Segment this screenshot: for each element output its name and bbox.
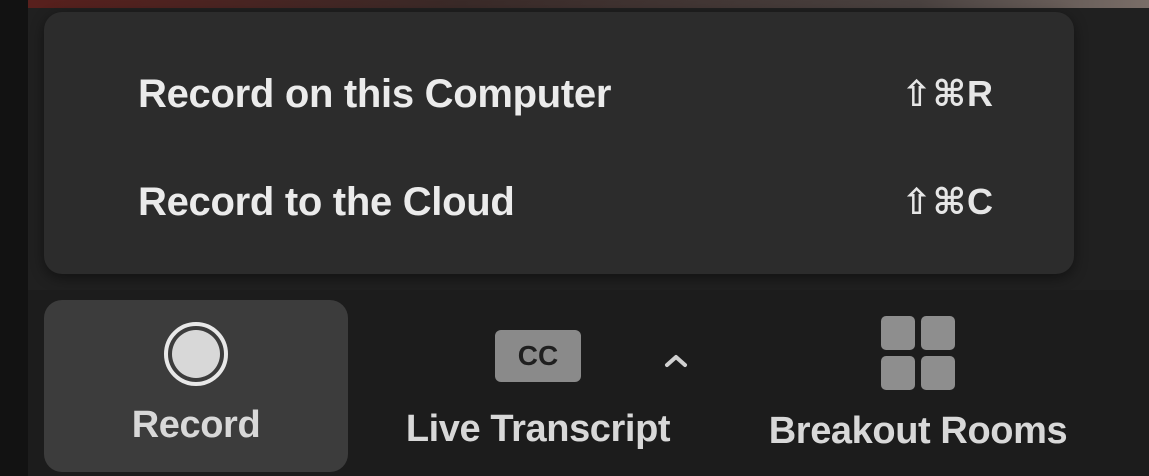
video-area-edge — [0, 0, 1149, 8]
cc-icon: CC — [495, 330, 581, 382]
record-button[interactable]: Record — [44, 300, 348, 472]
chevron-up-icon[interactable] — [656, 340, 696, 380]
record-icon — [164, 322, 228, 386]
grid-cell — [921, 356, 955, 390]
breakout-rooms-button[interactable]: Breakout Rooms — [738, 300, 1098, 472]
live-transcript-button[interactable]: CC Live Transcript — [378, 300, 698, 472]
menu-item-record-to-the-cloud[interactable]: Record to the Cloud ⇧⌘C — [44, 166, 1074, 238]
window-edge — [0, 0, 28, 476]
keyboard-shortcut: ⇧⌘R — [901, 73, 994, 114]
grid-cell — [921, 316, 955, 350]
grid-cell — [881, 356, 915, 390]
menu-item-label: Record to the Cloud — [138, 179, 515, 224]
record-dot — [172, 330, 220, 378]
menu-item-label: Record on this Computer — [138, 71, 612, 116]
record-label: Record — [131, 404, 261, 446]
breakout-rooms-label: Breakout Rooms — [768, 410, 1068, 452]
keyboard-shortcut: ⇧⌘C — [901, 181, 994, 222]
meeting-toolbar: Record CC Live Transcript Breakout Rooms — [28, 290, 1149, 476]
live-transcript-label: Live Transcript — [405, 408, 671, 450]
grid-cell — [881, 316, 915, 350]
menu-item-record-on-this-computer[interactable]: Record on this Computer ⇧⌘R — [44, 58, 1074, 130]
meeting-window: Record on this Computer ⇧⌘R Record to th… — [0, 0, 1149, 476]
record-dropdown-menu: Record on this Computer ⇧⌘R Record to th… — [44, 12, 1074, 274]
chevron-up-svg — [665, 355, 687, 367]
grid-icon — [881, 316, 955, 390]
